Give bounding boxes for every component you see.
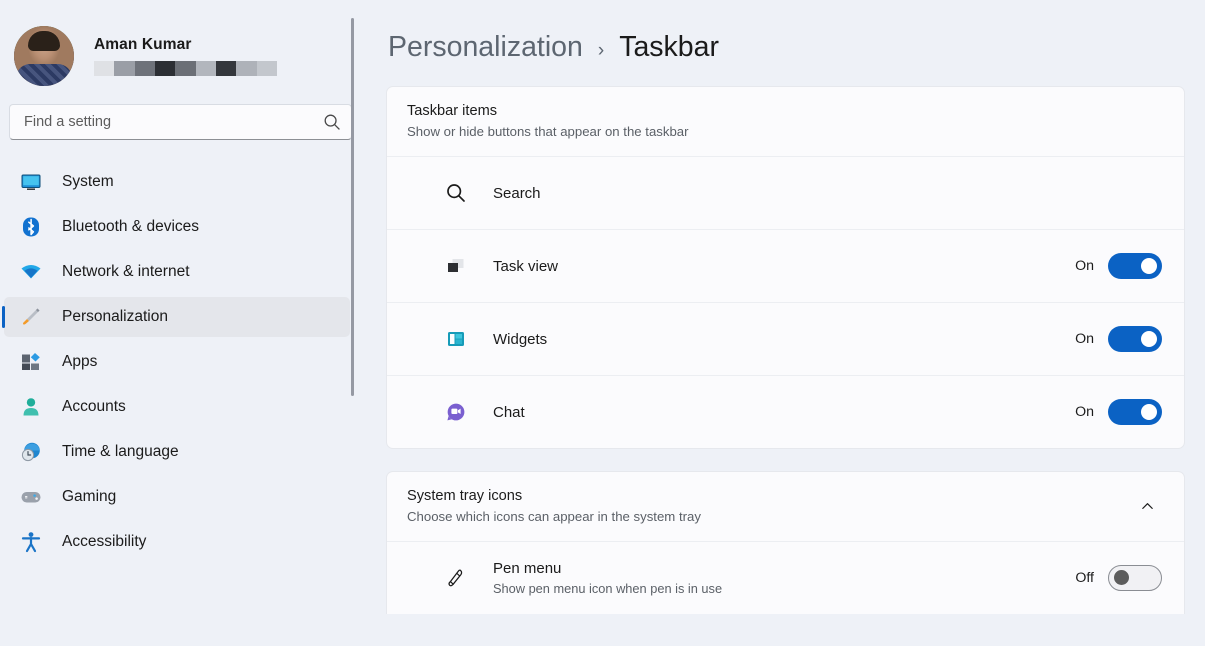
row-label: Chat [493,404,1075,421]
sidebar-scrollbar[interactable] [351,18,354,396]
gamepad-icon [20,486,42,508]
search-input[interactable] [24,114,323,130]
profile-email-redacted [94,61,277,76]
sidebar-item-label: Apps [62,353,97,371]
paintbrush-icon [20,306,42,328]
sidebar-item-accounts[interactable]: Accounts [4,387,350,427]
avatar[interactable] [14,26,74,86]
table-row[interactable]: Task viewOn [387,229,1184,302]
system-tray-card: System tray icons Choose which icons can… [386,471,1185,614]
system-tray-subtitle: Choose which icons can appear in the sys… [407,509,1132,524]
toggle-switch[interactable] [1108,565,1162,591]
profile-name: Aman Kumar [94,36,277,54]
taskbar-items-subtitle: Show or hide buttons that appear on the … [407,124,1162,139]
taskbar-items-title: Taskbar items [407,103,1162,119]
row-label: Search [493,185,1162,202]
sidebar-item-accessibility[interactable]: Accessibility [4,522,350,562]
main-content: Personalization › Taskbar Taskbar items … [362,0,1205,646]
chevron-up-icon[interactable] [1132,491,1162,521]
table-row[interactable]: Pen menu Show pen menu icon when pen is i… [387,541,1184,614]
sidebar-item-label: Personalization [62,308,168,326]
toggle-state-label: On [1075,331,1094,347]
widgets-icon [445,328,467,350]
clock-globe-icon [20,441,42,463]
taskbar-items-card: Taskbar items Show or hide buttons that … [386,86,1185,449]
chevron-right-icon: › [598,40,604,62]
sidebar-item-bluetooth-devices[interactable]: Bluetooth & devices [4,207,350,247]
system-tray-title: System tray icons [407,488,1132,504]
toggle-switch[interactable] [1108,253,1162,279]
search-input-wrapper[interactable] [9,104,352,140]
sidebar-item-label: Accessibility [62,533,146,551]
toggle-switch[interactable] [1108,326,1162,352]
breadcrumb-parent[interactable]: Personalization [388,31,583,64]
person-icon [20,396,42,418]
chat-icon [445,401,467,423]
sidebar-scrollbar-thumb[interactable] [351,18,354,396]
settings-window: Aman Kumar System Bluetooth & devic [0,0,1205,646]
toggle-switch[interactable] [1108,399,1162,425]
row-label: Task view [493,258,1075,275]
task-view-icon [445,255,467,277]
bluetooth-icon [20,216,42,238]
wifi-icon [20,261,42,283]
row-label: Widgets [493,331,1075,348]
sidebar-item-apps[interactable]: Apps [4,342,350,382]
sidebar-item-label: Gaming [62,488,116,506]
row-label: Pen menu [493,560,1075,577]
sidebar: Aman Kumar System Bluetooth & devic [0,0,362,646]
apps-icon [20,351,42,373]
table-row[interactable]: Search [387,156,1184,229]
toggle-state-label: On [1075,258,1094,274]
sidebar-item-label: Time & language [62,443,179,461]
sidebar-nav: System Bluetooth & devices Network & int… [0,162,362,562]
taskbar-items-header: Taskbar items Show or hide buttons that … [387,87,1184,156]
sidebar-item-network-internet[interactable]: Network & internet [4,252,350,292]
toggle-state-label: On [1075,404,1094,420]
sidebar-item-label: System [62,173,114,191]
sidebar-item-personalization[interactable]: Personalization [4,297,350,337]
sidebar-item-gaming[interactable]: Gaming [4,477,350,517]
sidebar-item-label: Accounts [62,398,126,416]
sidebar-item-label: Bluetooth & devices [62,218,199,236]
toggle-state-label: Off [1075,570,1094,586]
search-icon [445,182,467,204]
search-icon [323,113,341,131]
system-tray-header[interactable]: System tray icons Choose which icons can… [387,472,1184,541]
row-sublabel: Show pen menu icon when pen is in use [493,581,1075,596]
sidebar-item-label: Network & internet [62,263,190,281]
page-title: Taskbar [619,31,719,64]
breadcrumb: Personalization › Taskbar [362,0,1205,64]
monitor-icon [20,171,42,193]
pen-icon [445,567,467,589]
sidebar-item-time-language[interactable]: Time & language [4,432,350,472]
accessibility-icon [20,531,42,553]
table-row[interactable]: ChatOn [387,375,1184,448]
sidebar-item-system[interactable]: System [4,162,350,202]
table-row[interactable]: WidgetsOn [387,302,1184,375]
profile-section[interactable]: Aman Kumar [0,0,362,92]
